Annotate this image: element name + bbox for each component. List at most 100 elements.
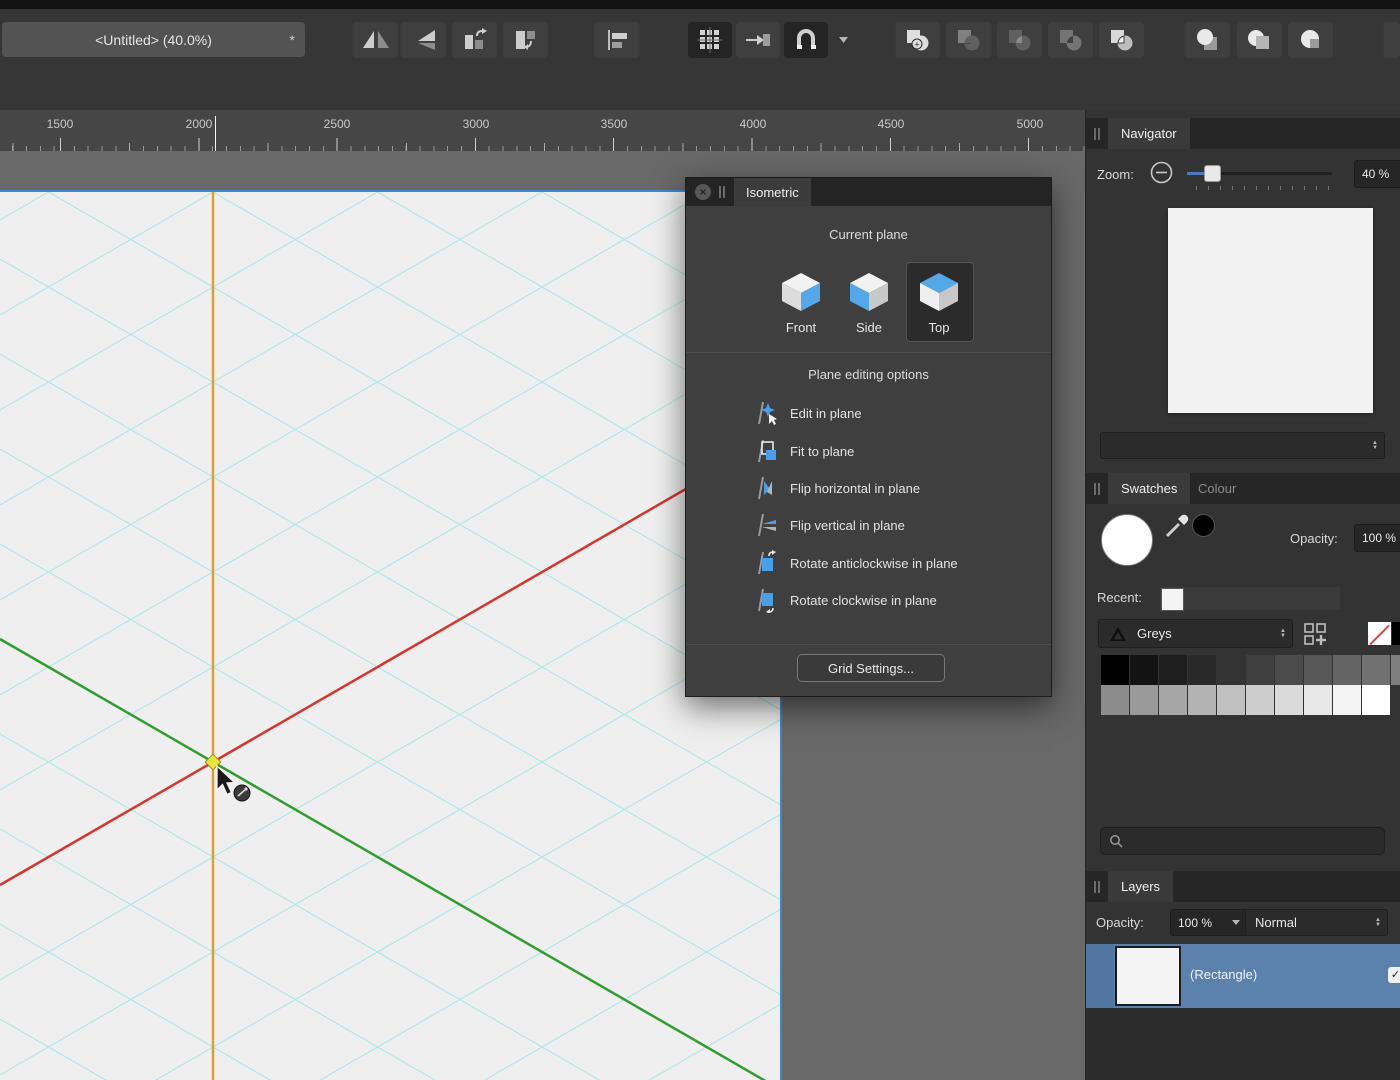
none-swatch[interactable] [1368,622,1391,645]
option-rotate-anticlockwise-in-plane[interactable]: Rotate anticlockwise in plane [752,549,958,577]
picked-color-well[interactable] [1192,514,1215,537]
drag-handle-icon[interactable] [719,186,725,198]
grid-settings-button[interactable]: Grid Settings... [797,654,945,682]
swatch[interactable] [1101,685,1130,715]
swatch[interactable] [1333,685,1362,715]
plane-button-front[interactable]: Front [769,270,833,335]
flip-horizontal-button[interactable] [353,22,398,58]
swatch-search-input[interactable] [1100,827,1385,855]
snapping-options-dropdown[interactable] [831,22,855,58]
swatch[interactable] [1159,655,1188,685]
swatches-tabbar: Swatches Colour [1086,473,1400,504]
grid-line [0,192,379,411]
boolean-add-button[interactable]: + [895,22,940,58]
boolean-divide-button[interactable] [1099,22,1144,58]
option-rotate-clockwise-in-plane[interactable]: Rotate clockwise in plane [752,586,937,614]
stepper-icon[interactable]: ▲ ▼ [1375,917,1387,928]
recent-swatch[interactable] [1161,588,1184,611]
blend-mode-dropdown[interactable]: Normal ▲ ▼ [1245,909,1388,936]
layer-expand-gutter[interactable] [1086,944,1114,1008]
navigator-viewpoint-dropdown[interactable]: ▲ ▼ [1100,432,1385,459]
arrange-front-button[interactable] [1185,22,1230,58]
fill-color-well[interactable] [1101,514,1153,566]
ruler-label: 2000 [185,117,213,131]
palette-dropdown[interactable]: Greys ▲ ▼ [1098,619,1293,648]
swatch[interactable] [1217,655,1246,685]
cube-top-icon [920,273,958,311]
layers-empty-area[interactable] [1086,1008,1400,1080]
panel-divider [686,352,1051,353]
option-edit-in-plane[interactable]: Edit in plane [752,399,862,427]
studio-panels: Navigator Zoom: 40 % ▲▼ Swatches Colour [1085,110,1400,1080]
plane-button-top[interactable]: Top [907,270,971,335]
tab-isometric[interactable]: Isometric [734,178,811,206]
arrange-back-button[interactable] [1288,22,1333,58]
alignment-button[interactable] [594,22,639,58]
grid-toggle-button[interactable] [688,22,732,58]
layer-visibility-checkbox[interactable]: ✓ [1388,967,1400,983]
boolean-subtract-button[interactable]: − [946,22,991,58]
boolean-add-icon: + [907,29,929,50]
swatch[interactable] [1304,685,1333,715]
plane-editing-options-heading: Plane editing options [808,367,929,382]
black-swatch[interactable] [1392,622,1400,645]
boolean-intersect-button[interactable] [997,22,1042,58]
swatches-opacity-field[interactable]: 100 % [1354,524,1400,552]
swatch[interactable] [1275,655,1304,685]
flip-vertical-button[interactable] [401,22,446,58]
plane-button-side[interactable]: Side [837,270,901,335]
order-backward-button[interactable] [503,22,548,58]
option-flip-horizontal-in-plane[interactable]: Flip horizontal in plane [752,474,920,502]
layer-thumbnail[interactable] [1115,946,1181,1006]
stepper-icon[interactable]: ▲ ▼ [1372,440,1384,451]
swatch[interactable] [1391,655,1400,685]
zoom-slider-thumb[interactable] [1204,165,1221,182]
horizontal-ruler[interactable]: 1500 2000 2500 3000 3500 4000 4500 5000 [0,110,1085,152]
document-tab[interactable]: <Untitled> (40.0%) * [2,22,305,57]
order-forward-button[interactable] [452,22,497,58]
arrange-middle-button[interactable] [1237,22,1282,58]
swatch[interactable] [1217,685,1246,715]
swatch[interactable] [1188,655,1217,685]
swatch[interactable] [1246,685,1275,715]
swatch[interactable] [1159,685,1188,715]
toolbar-overflow-button[interactable] [1383,22,1400,58]
swatch[interactable] [1333,655,1362,685]
drag-handle-icon[interactable] [1094,128,1100,140]
option-fit-to-plane[interactable]: Fit to plane [752,437,854,465]
move-by-whole-pixels-button[interactable] [736,22,780,58]
navigator-preview[interactable] [1168,208,1373,413]
tab-swatches[interactable]: Swatches [1108,473,1191,504]
grid-line [0,192,708,601]
document-canvas[interactable] [0,190,782,1080]
drag-handle-icon[interactable] [1094,483,1100,495]
close-icon[interactable]: × [695,184,711,200]
isometric-panel-header[interactable]: × Isometric [686,178,1051,206]
swatch[interactable] [1101,655,1130,685]
palette-name: Greys [1137,626,1172,641]
swatch[interactable] [1362,685,1391,715]
zoom-out-icon[interactable] [1150,161,1173,184]
swatch[interactable] [1188,685,1217,715]
drag-handle-icon[interactable] [1094,881,1100,893]
swatch[interactable] [1275,685,1304,715]
tab-navigator[interactable]: Navigator [1108,118,1190,149]
eyedropper-icon[interactable] [1163,512,1191,540]
add-swatch-icon[interactable] [1302,622,1328,646]
grid-line [0,529,780,981]
swatch[interactable] [1130,685,1159,715]
snapping-toggle-button[interactable] [784,22,828,58]
zoom-value-field[interactable]: 40 % [1354,160,1400,188]
option-flip-vertical-in-plane[interactable]: Flip vertical in plane [752,511,905,539]
swatch[interactable] [1130,655,1159,685]
grid-icon [697,27,723,53]
tab-colour[interactable]: Colour [1185,473,1249,504]
boolean-xor-button[interactable] [1048,22,1093,58]
swatch[interactable] [1246,655,1275,685]
rotate-anticlockwise-icon [758,550,776,575]
layers-opacity-dropdown[interactable]: 100 % [1170,909,1248,936]
tab-layers[interactable]: Layers [1108,871,1174,902]
stepper-icon[interactable]: ▲ ▼ [1280,628,1292,639]
swatch[interactable] [1304,655,1333,685]
swatch[interactable] [1362,655,1391,685]
